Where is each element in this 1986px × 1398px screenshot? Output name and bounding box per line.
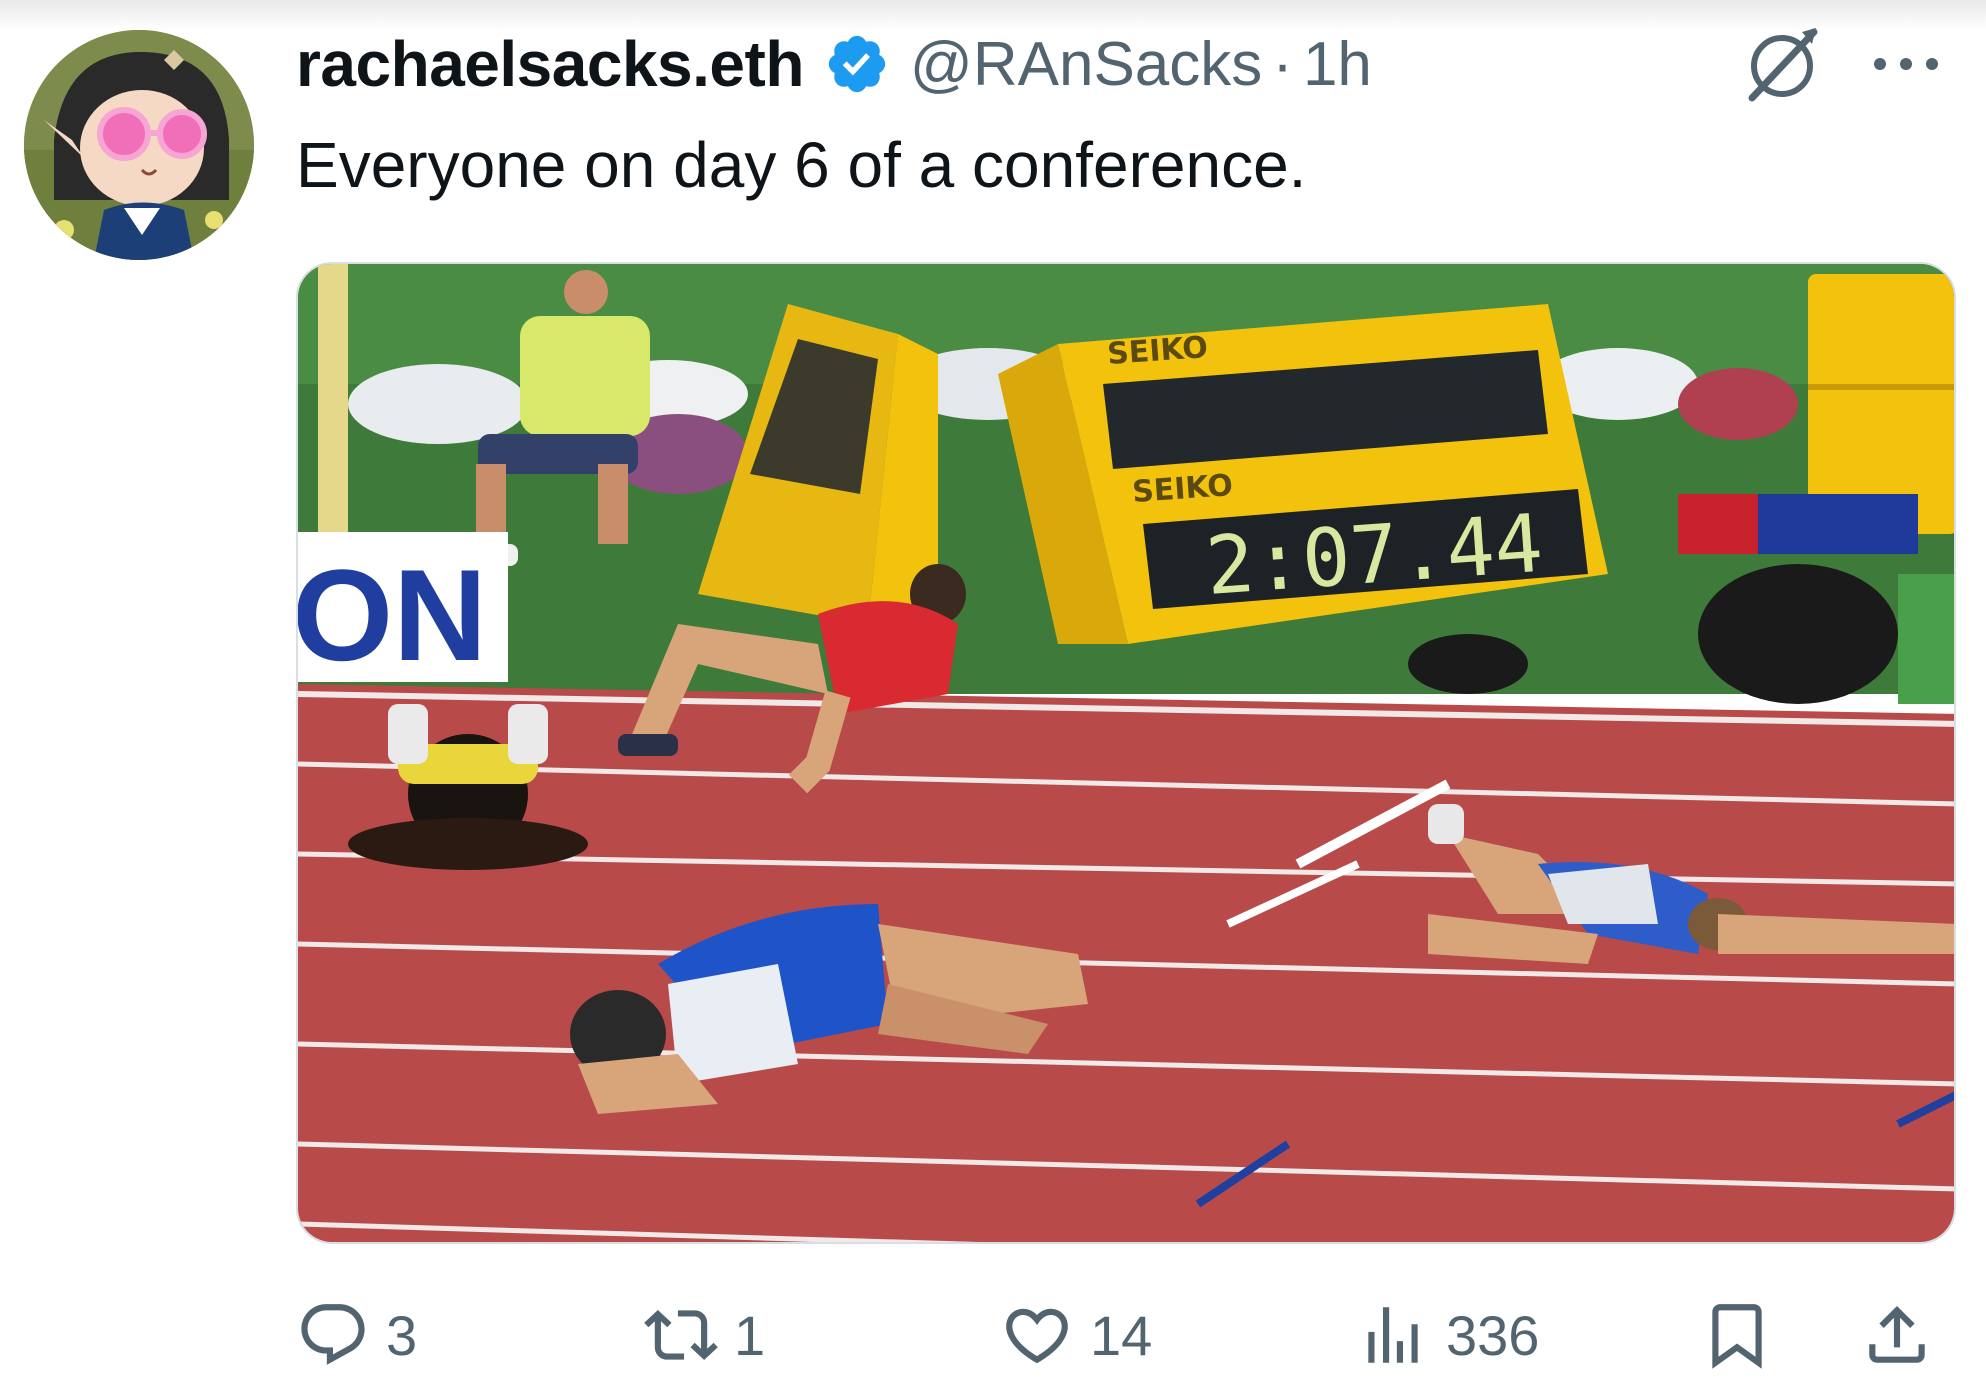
- like-button[interactable]: 14: [1000, 1290, 1152, 1380]
- retweet-button[interactable]: 1: [644, 1290, 765, 1380]
- sponsor-banner: ON: [298, 532, 508, 688]
- action-bar: 3 1 14 336: [0, 1290, 1986, 1380]
- reply-button[interactable]: 3: [296, 1290, 417, 1380]
- avatar[interactable]: [24, 30, 254, 260]
- tweet-text: Everyone on day 6 of a conference.: [296, 129, 1307, 201]
- scoreboard-brand-bottom: SEIKO: [1131, 468, 1234, 510]
- separator-dot: ·: [1272, 29, 1293, 99]
- timestamp[interactable]: 1h: [1303, 29, 1372, 100]
- author-handle[interactable]: @RAnSacks: [910, 29, 1262, 100]
- share-icon: [1869, 1305, 1925, 1363]
- more-options-icon[interactable]: [1866, 34, 1946, 94]
- verified-badge-icon: [824, 31, 890, 97]
- tweet-header: rachaelsacks.eth @RAnSacks · 1h: [296, 24, 1372, 104]
- avatar-illustration: [24, 30, 254, 260]
- bookmark-icon: [1712, 1304, 1762, 1369]
- display-name[interactable]: rachaelsacks.eth: [296, 27, 804, 101]
- like-count: 14: [1090, 1303, 1153, 1367]
- views-icon: [1368, 1307, 1418, 1363]
- retweet-icon: [644, 1309, 718, 1361]
- banner-text: ON: [298, 542, 487, 688]
- retweet-count: 1: [734, 1303, 766, 1367]
- reply-icon: [301, 1304, 365, 1365]
- grok-icon[interactable]: [1740, 22, 1824, 106]
- like-icon: [1006, 1308, 1068, 1364]
- tweet: rachaelsacks.eth @RAnSacks · 1h Everyone…: [0, 0, 1986, 1398]
- share-button[interactable]: [1860, 1290, 1934, 1380]
- views-count: 336: [1446, 1303, 1540, 1367]
- running-track: [298, 684, 1954, 1242]
- bookmark-button[interactable]: [1700, 1290, 1774, 1380]
- tweet-photo[interactable]: SEIKO SEIKO 2:07.44 ON: [296, 262, 1956, 1244]
- scoreboard-brand-top: SEIKO: [1106, 330, 1209, 372]
- photo-track-scene: SEIKO SEIKO 2:07.44 ON: [298, 264, 1954, 1242]
- views-button[interactable]: 336: [1356, 1290, 1539, 1380]
- reply-count: 3: [386, 1303, 418, 1367]
